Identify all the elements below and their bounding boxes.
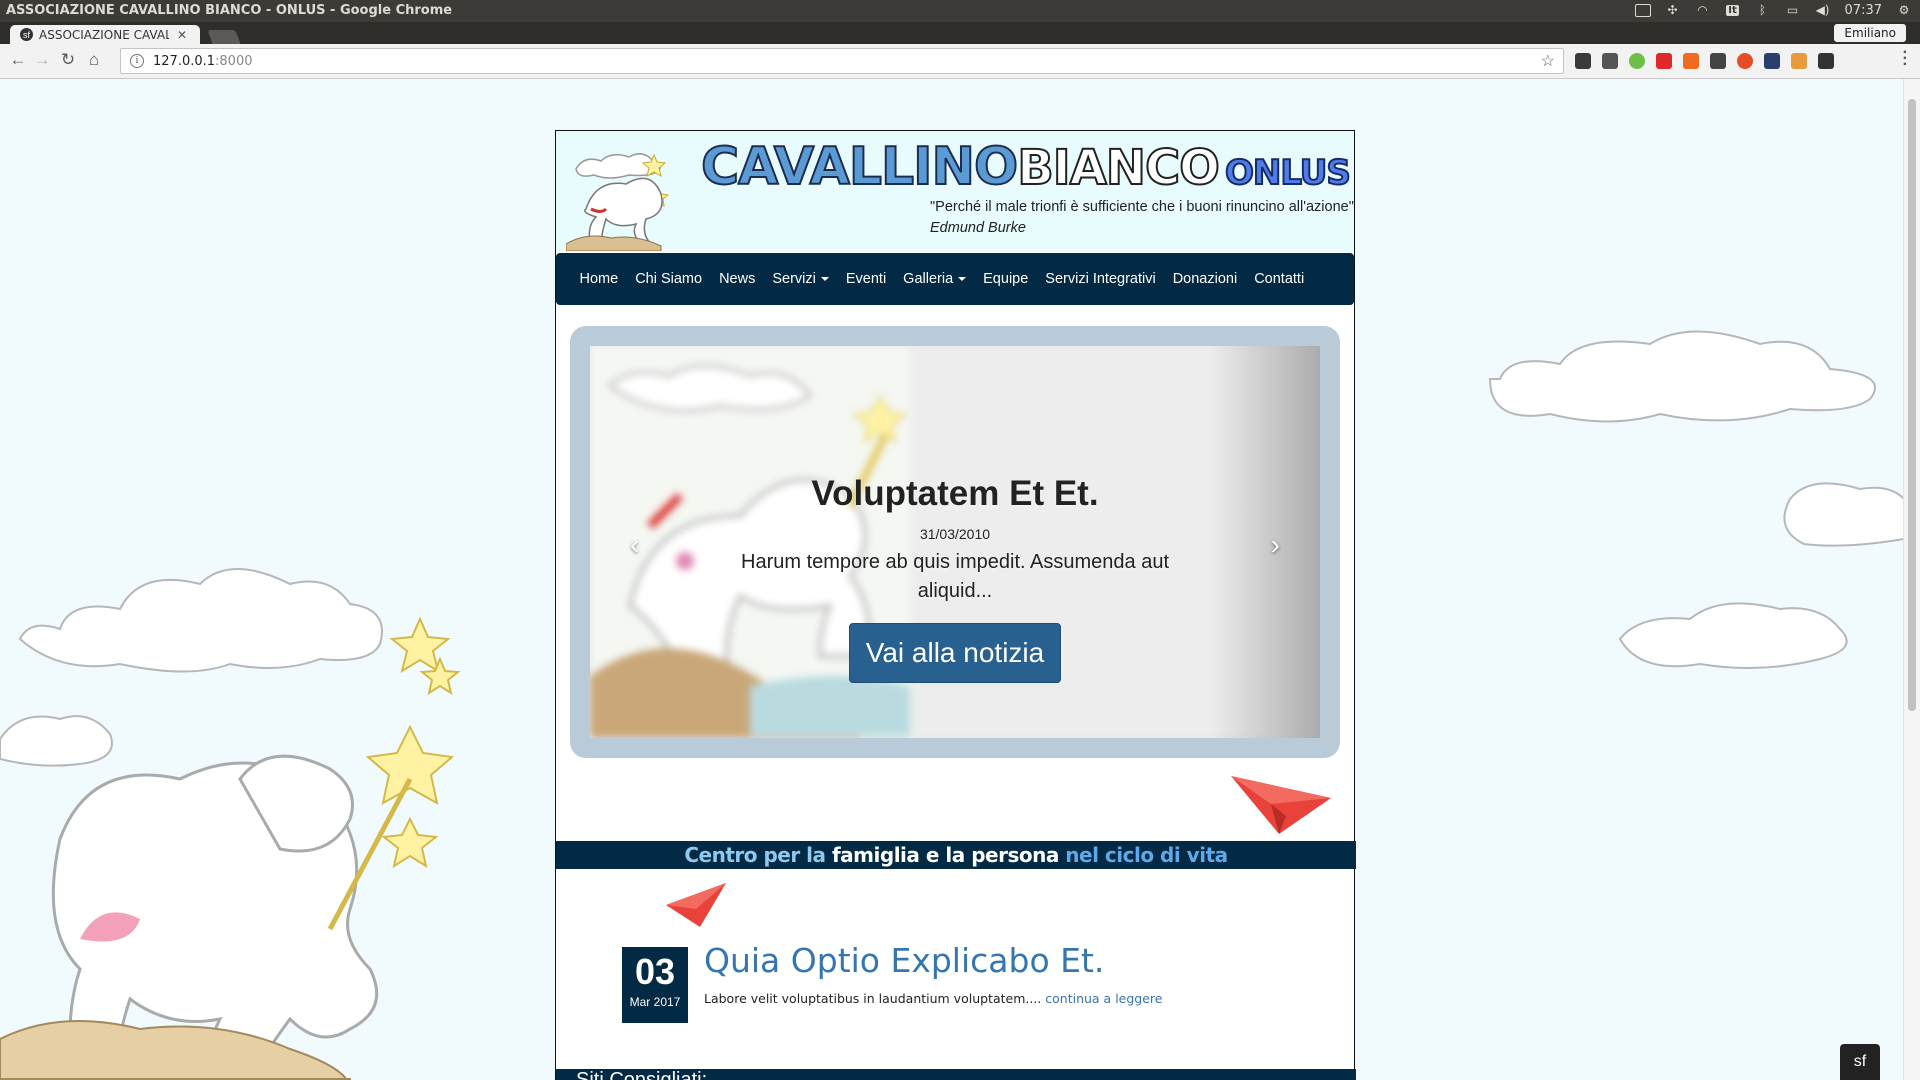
keyboard-layout-icon[interactable]: It bbox=[1725, 2, 1741, 18]
nav-news[interactable]: News bbox=[711, 271, 764, 287]
news-date-badge: 03 Mar 2017 bbox=[622, 947, 688, 1023]
main-navbar: Home Chi Siamo News Servizi Eventi Galle… bbox=[556, 253, 1354, 305]
url-text[interactable]: 127.0.0.1:8000 bbox=[153, 54, 253, 69]
nav-home[interactable]: Home bbox=[571, 271, 627, 287]
pony-logo-icon[interactable] bbox=[566, 139, 671, 251]
nav-galleria-label: Galleria bbox=[903, 271, 954, 287]
read-news-button[interactable]: Vai alla notizia bbox=[848, 623, 1062, 683]
carousel-caption: Voluptatem Et Et. 31/03/2010 Harum tempo… bbox=[590, 474, 1320, 683]
nav-servizi-label: Servizi bbox=[772, 271, 816, 287]
close-icon[interactable]: ✕ bbox=[177, 28, 187, 42]
slide-title: Voluptatem Et Et. bbox=[811, 474, 1099, 513]
slide-text: Harum tempore ab quis impedit. Assumenda… bbox=[741, 551, 1169, 602]
caret-down-icon bbox=[820, 277, 829, 282]
flipboard-icon[interactable] bbox=[1656, 53, 1672, 69]
nav-equipe[interactable]: Equipe bbox=[975, 271, 1037, 287]
news-month: Mar 2017 bbox=[629, 995, 681, 1009]
brand-part2: BIANCO bbox=[1016, 139, 1221, 197]
window-title: ASSOCIAZIONE CAVALLINO BIANCO - ONLUS - … bbox=[6, 3, 453, 18]
paper-plane-icon bbox=[1231, 776, 1331, 834]
chrome-menu-icon[interactable]: · · · bbox=[1903, 45, 1908, 73]
tagline-part1: Centro per la bbox=[684, 843, 826, 867]
tab-strip: sf ASSOCIAZIONE CAVALLINO BIANCO - ONLUS… bbox=[0, 22, 1920, 44]
tagline-part2: famiglia e la persona bbox=[831, 843, 1059, 867]
quote-author: Edmund Burke bbox=[930, 220, 1026, 236]
nav-eventi[interactable]: Eventi bbox=[837, 271, 894, 287]
page-viewport: CAVALLINOBIANCO ONLUS "Perché il male tri… bbox=[0, 79, 1904, 1080]
info-icon[interactable]: i bbox=[130, 54, 144, 68]
brand-part1: CAVALLINO bbox=[700, 136, 1019, 198]
gear-icon[interactable]: ⚙ bbox=[1896, 2, 1912, 18]
site-brand-logo[interactable]: CAVALLINOBIANCO ONLUS bbox=[700, 136, 1352, 198]
page-scrollbar[interactable] bbox=[1903, 79, 1920, 1080]
paper-plane-small-icon bbox=[666, 883, 726, 927]
nav-servizi-dropdown[interactable]: Servizi bbox=[764, 271, 838, 287]
eyedropper-icon[interactable] bbox=[1818, 53, 1834, 69]
evernote-icon[interactable] bbox=[1575, 53, 1591, 69]
tagline-part3: nel ciclo di vita bbox=[1065, 843, 1228, 867]
nav-servizi-integrativi[interactable]: Servizi Integrativi bbox=[1037, 271, 1164, 287]
bookmark-star-icon[interactable]: ☆ bbox=[1541, 51, 1555, 71]
news-title-link[interactable]: Quia Optio Explicabo Et. bbox=[704, 941, 1104, 980]
news-excerpt-text: Labore velit voluptatibus in laudantium … bbox=[704, 991, 1042, 1006]
red-extension-icon[interactable] bbox=[1737, 53, 1753, 69]
green-extension-icon[interactable] bbox=[1629, 53, 1645, 69]
tagline-band: Centro per la famiglia e la persona nel … bbox=[556, 841, 1356, 869]
read-more-link[interactable]: continua a leggere bbox=[1045, 991, 1162, 1006]
tab-title: ASSOCIAZIONE CAVALLINO BIANCO - ONLUS bbox=[39, 27, 169, 42]
nav-contatti[interactable]: Contatti bbox=[1246, 271, 1313, 287]
extensions-area bbox=[1575, 53, 1834, 69]
news-carousel: ‹ › Voluptatem Et Et. 31/03/2010 Harum t… bbox=[570, 326, 1340, 758]
header-quote: "Perché il male trionfi è sufficiente ch… bbox=[930, 199, 1354, 215]
browser-toolbar: ← → ↻ ⌂ i 127.0.0.1:8000 ☆ · · · bbox=[0, 44, 1920, 79]
profile-button[interactable]: Emiliano bbox=[1834, 24, 1906, 42]
screen-icon[interactable] bbox=[1634, 2, 1651, 18]
bluetooth-icon[interactable]: ᛒ bbox=[1755, 2, 1771, 18]
system-tray: ✣ ◠ It ᛒ ▭ ◀) 07:37 ⚙ bbox=[1634, 2, 1912, 18]
clock[interactable]: 07:37 bbox=[1845, 3, 1882, 18]
recommended-sites-bar: Siti Consigliati: bbox=[556, 1069, 1356, 1080]
new-tab-button[interactable] bbox=[207, 30, 241, 44]
pocket-icon[interactable] bbox=[1602, 53, 1618, 69]
nav-donazioni[interactable]: Donazioni bbox=[1164, 271, 1246, 287]
site-header: CAVALLINOBIANCO ONLUS "Perché il male tri… bbox=[556, 131, 1354, 252]
wifi-icon[interactable]: ◠ bbox=[1695, 2, 1711, 18]
nav-chi-siamo[interactable]: Chi Siamo bbox=[627, 271, 711, 287]
scrollbar-thumb[interactable] bbox=[1908, 99, 1916, 711]
symfony-toolbar-icon[interactable]: sf bbox=[1840, 1044, 1880, 1080]
slide-date: 31/03/2010 bbox=[919, 526, 991, 542]
volume-icon[interactable]: ◀) bbox=[1815, 2, 1831, 18]
nav-galleria-dropdown[interactable]: Galleria bbox=[895, 271, 975, 287]
home-icon[interactable]: ⌂ bbox=[84, 50, 104, 70]
forward-arrow-icon[interactable]: → bbox=[32, 50, 52, 70]
recommended-sites-title: Siti Consigliati: bbox=[576, 1069, 708, 1080]
site-container: CAVALLINOBIANCO ONLUS "Perché il male tri… bbox=[555, 130, 1356, 1080]
address-bar[interactable]: i 127.0.0.1:8000 ☆ bbox=[120, 48, 1564, 74]
tools-extension-icon[interactable] bbox=[1791, 53, 1807, 69]
symfony-favicon-icon: sf bbox=[20, 28, 33, 41]
mail-icon[interactable] bbox=[1710, 53, 1726, 69]
brand-part3: ONLUS bbox=[1224, 152, 1352, 194]
orange-extension-icon[interactable] bbox=[1683, 53, 1699, 69]
caret-down-icon bbox=[958, 277, 967, 282]
news-excerpt: Labore velit voluptatibus in laudantium … bbox=[704, 991, 1162, 1006]
reload-icon[interactable]: ↻ bbox=[58, 50, 78, 70]
os-top-bar: ASSOCIAZIONE CAVALLINO BIANCO - ONLUS - … bbox=[0, 0, 1920, 22]
battery-icon[interactable]: ▭ bbox=[1785, 2, 1801, 18]
browser-tab[interactable]: sf ASSOCIAZIONE CAVALLINO BIANCO - ONLUS… bbox=[10, 25, 200, 44]
news-day: 03 bbox=[634, 951, 676, 992]
back-arrow-icon[interactable]: ← bbox=[8, 50, 28, 70]
carousel-slide: ‹ › Voluptatem Et Et. 31/03/2010 Harum t… bbox=[590, 346, 1320, 738]
blue-extension-icon[interactable] bbox=[1764, 53, 1780, 69]
dropbox-icon[interactable]: ✣ bbox=[1665, 2, 1681, 18]
